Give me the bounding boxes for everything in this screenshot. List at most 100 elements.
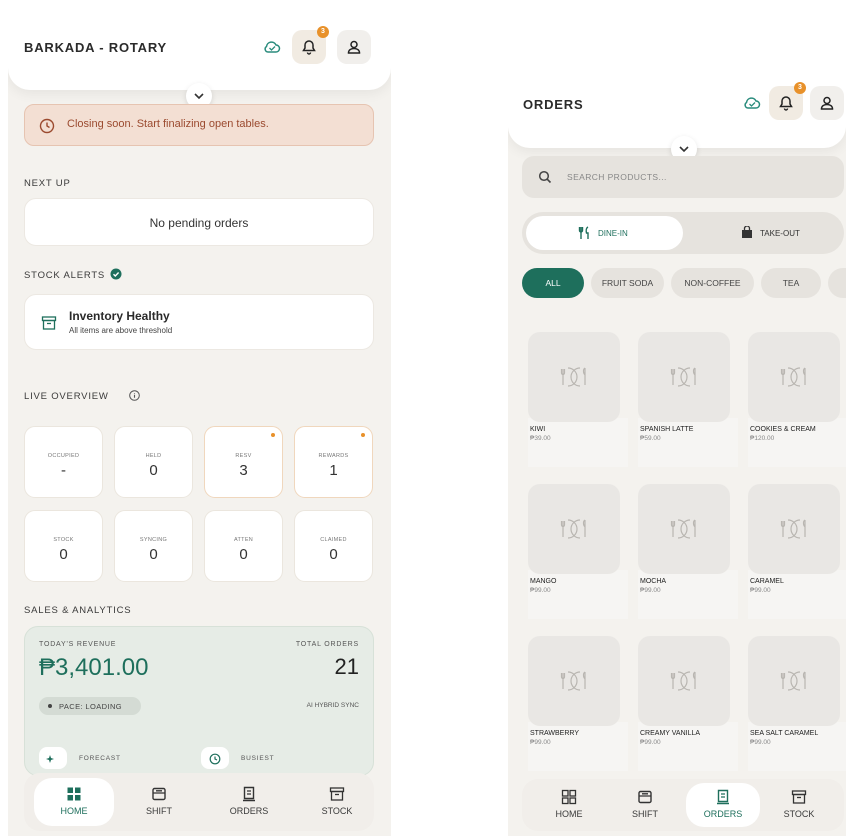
profile-button[interactable] [337, 30, 371, 64]
nav-home[interactable]: HOME [534, 783, 604, 827]
take-out-label: TAKE-OUT [760, 229, 800, 238]
revenue-label: TODAY'S REVENUE [39, 641, 117, 648]
category-chip-non-coffee[interactable]: NON-COFFEE [671, 268, 754, 298]
profile-button[interactable] [810, 86, 844, 120]
inventory-status-card[interactable]: Inventory Healthy All items are above th… [24, 294, 374, 350]
overview-tile-syncing[interactable]: SYNCING 0 [114, 510, 193, 582]
overview-tile-rewards[interactable]: REWARDS 1 [294, 426, 373, 498]
dine-in-button[interactable]: DINE-IN [526, 216, 683, 250]
product-image-placeholder [748, 332, 840, 422]
busiest-label: BUSIEST [241, 755, 275, 762]
cloud-sync-icon[interactable] [263, 40, 281, 54]
product-image-placeholder [528, 332, 620, 422]
page-title: ORDERS [523, 97, 584, 112]
archive-icon [791, 790, 807, 804]
page-title: BARKADA - ROTARY [24, 40, 168, 55]
plate-utensils-icon [670, 671, 696, 691]
product-card[interactable]: SEA SALT CARAMEL ₱99.00 [748, 636, 846, 771]
nav-home[interactable]: HOME [34, 778, 114, 826]
chevron-down-icon [679, 146, 689, 153]
product-name: STRAWBERRY [530, 730, 580, 737]
tile-label: ATTEN [233, 537, 254, 543]
plate-utensils-icon [780, 367, 806, 387]
tile-label: CLAIMED [320, 537, 347, 543]
tile-label: OCCUPIED [47, 453, 80, 459]
product-price: ₱99.00 [530, 587, 551, 594]
orders-screen: ORDERS 3 SEARCH PRODUCTS... DINE-IN TAKE… [508, 70, 846, 836]
nav-stock[interactable]: STOCK [302, 778, 372, 826]
product-card[interactable]: KIWI ₱39.00 [528, 332, 628, 467]
product-price: ₱120.00 [750, 435, 775, 442]
nav-home-label: HOME [60, 806, 88, 816]
tile-value: 0 [149, 546, 158, 563]
overview-tile-atten[interactable]: ATTEN 0 [204, 510, 283, 582]
product-name: SPANISH LATTE [640, 426, 694, 433]
product-card[interactable]: SPANISH LATTE ₱59.00 [638, 332, 738, 467]
product-card[interactable]: CARAMEL ₱99.00 [748, 484, 846, 619]
overview-tile-stock[interactable]: STOCK 0 [24, 510, 103, 582]
product-name: MANGO [530, 578, 557, 585]
category-chip-all[interactable]: ALL [522, 268, 584, 298]
tile-label: RESV [235, 453, 252, 459]
cloud-sync-icon[interactable] [743, 96, 761, 110]
user-icon [820, 96, 834, 110]
product-price: ₱39.00 [530, 435, 551, 442]
overview-tile-claimed[interactable]: CLAIMED 0 [294, 510, 373, 582]
alert-text: Closing soon. Start finalizing open tabl… [67, 118, 269, 130]
nav-orders[interactable]: ORDERS [686, 783, 760, 827]
sales-heading: SALES & ANALYTICS [24, 605, 132, 616]
nav-orders-label: ORDERS [703, 809, 743, 819]
product-price: ₱99.00 [640, 587, 661, 594]
plate-utensils-icon [670, 367, 696, 387]
tile-label: STOCK [53, 537, 74, 543]
nav-stock[interactable]: STOCK [764, 783, 834, 827]
nav-shift[interactable]: SHIFT [124, 778, 194, 826]
overview-tile-occupied[interactable]: OCCUPIED - [24, 426, 103, 498]
product-image-placeholder [638, 636, 730, 726]
overview-tile-held[interactable]: HELD 0 [114, 426, 193, 498]
product-name: KIWI [530, 426, 546, 433]
app-header: BARKADA - ROTARY 3 [8, 8, 391, 90]
take-out-button[interactable]: TAKE-OUT [683, 216, 840, 250]
sparkle-icon [46, 755, 54, 763]
dashboard-icon [67, 787, 81, 801]
notifications-button[interactable]: 3 [292, 26, 329, 64]
next-up-card: No pending orders [24, 198, 374, 246]
category-chip-fruit-soda[interactable]: FRUIT SODA [591, 268, 664, 298]
tile-value: 0 [329, 546, 338, 563]
overview-tile-resv[interactable]: RESV 3 [204, 426, 283, 498]
category-chip-tea[interactable]: TEA [761, 268, 821, 298]
bell-icon [302, 40, 316, 55]
app-header: ORDERS 3 [508, 70, 846, 148]
inventory-title: Inventory Healthy [69, 309, 170, 323]
notifications-button[interactable]: 3 [769, 82, 806, 120]
product-price: ₱99.00 [640, 739, 661, 746]
archive-icon [41, 316, 57, 330]
product-card[interactable]: CREAMY VANILLA ₱99.00 [638, 636, 738, 771]
bottom-nav: HOME SHIFT ORDERS STOCK [24, 773, 374, 831]
live-overview-heading: LIVE OVERVIEW [24, 391, 109, 402]
search-icon [538, 170, 552, 184]
nav-orders-label: ORDERS [229, 806, 269, 816]
product-name: CREAMY VANILLA [640, 730, 701, 737]
product-card[interactable]: COOKIES & CREAM ₱120.00 [748, 332, 846, 467]
product-image-placeholder [528, 484, 620, 574]
tile-label: HELD [145, 453, 162, 459]
alert-dot [271, 433, 275, 437]
product-search[interactable]: SEARCH PRODUCTS... [522, 156, 844, 198]
nav-shift[interactable]: SHIFT [610, 783, 680, 827]
category-chip-more[interactable] [828, 268, 846, 298]
closing-alert: Closing soon. Start finalizing open tabl… [24, 104, 374, 146]
dine-in-label: DINE-IN [598, 229, 628, 238]
product-name: COOKIES & CREAM [750, 426, 816, 433]
product-card[interactable]: MOCHA ₱99.00 [638, 484, 738, 619]
product-card[interactable]: MANGO ₱99.00 [528, 484, 628, 619]
nav-orders[interactable]: ORDERS [214, 778, 284, 826]
plate-utensils-icon [780, 519, 806, 539]
chevron-down-icon [194, 93, 204, 100]
product-card[interactable]: STRAWBERRY ₱99.00 [528, 636, 628, 771]
tile-value: 0 [59, 546, 68, 563]
home-screen: BARKADA - ROTARY 3 Closing soon. Start f… [8, 8, 391, 836]
info-icon[interactable] [129, 390, 140, 401]
product-image-placeholder [638, 484, 730, 574]
